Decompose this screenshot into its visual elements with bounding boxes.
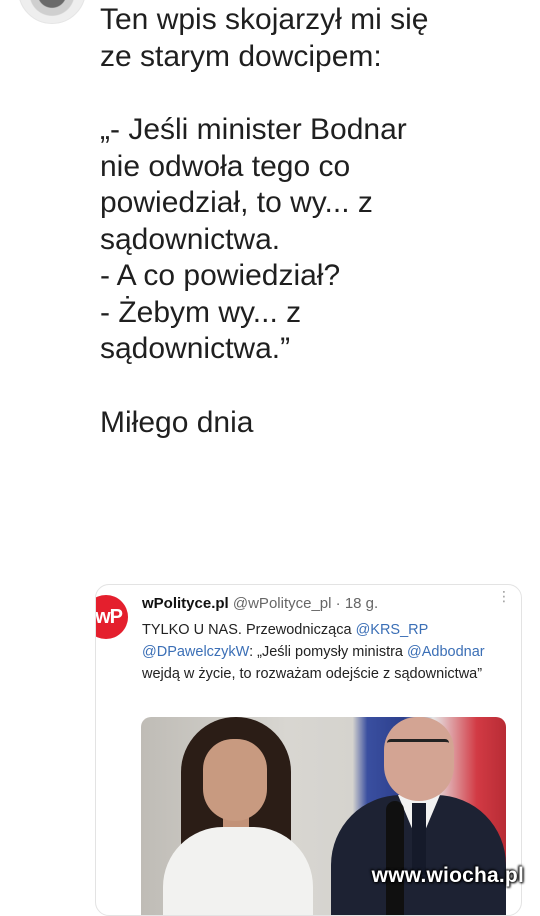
mention-link[interactable]: @KRS_RP: [356, 622, 428, 638]
microphone-icon: [386, 801, 404, 915]
mention-link[interactable]: @DPawelczykW: [142, 644, 249, 660]
author-name[interactable]: wPolityce.pl: [142, 595, 229, 612]
post-text: Ten wpis skojarzył mi się ze starym dowc…: [100, 2, 520, 441]
more-options-icon[interactable]: ⋮: [497, 589, 511, 603]
tweet-text: TYLKO U NAS. Przewodnicząca: [142, 622, 356, 638]
photo-man-head: [384, 717, 454, 801]
tweet-text: : „Jeśli pomysły ministra: [249, 644, 408, 660]
photo-woman-body: [163, 827, 313, 915]
post-line: sądownictwa.”: [100, 332, 291, 365]
watermark: www.wiocha.pl: [371, 864, 524, 887]
post-line: „- Jeśli minister Bodnar: [100, 113, 407, 146]
photo-man-glasses: [387, 739, 449, 754]
post-line: nie odwoła tego co: [100, 149, 351, 183]
post-line: Ten wpis skojarzył mi się: [100, 3, 429, 36]
author-handle[interactable]: @wPolityce_pl: [233, 595, 332, 612]
quoted-tweet-header: wPolityce.pl @wPolityce_pl · 18 g.: [142, 595, 491, 612]
post-line: powiedział, to wy... z: [100, 186, 373, 219]
separator-dot: ·: [335, 595, 341, 612]
timestamp[interactable]: 18 g.: [345, 595, 378, 612]
post-line: ze starym dowcipem:: [100, 39, 382, 73]
post-line: Miłego dnia: [100, 405, 254, 439]
post-line: - A co powiedział?: [100, 259, 341, 292]
quoted-tweet-text: TYLKO U NAS. Przewodnicząca @KRS_RP @DPa…: [142, 619, 497, 685]
tweet-text: wejdą w życie, to rozważam odejście z są…: [142, 666, 483, 682]
logo-text: wP: [95, 605, 123, 628]
photo-woman-face: [203, 739, 267, 821]
post-line: - Żebym wy... z: [100, 295, 302, 329]
mention-link[interactable]: @Adbodnar: [407, 644, 485, 660]
post-line: sądownictwa.: [100, 222, 281, 256]
wpolityce-logo[interactable]: wP: [95, 595, 128, 639]
avatar[interactable]: [18, 0, 86, 24]
